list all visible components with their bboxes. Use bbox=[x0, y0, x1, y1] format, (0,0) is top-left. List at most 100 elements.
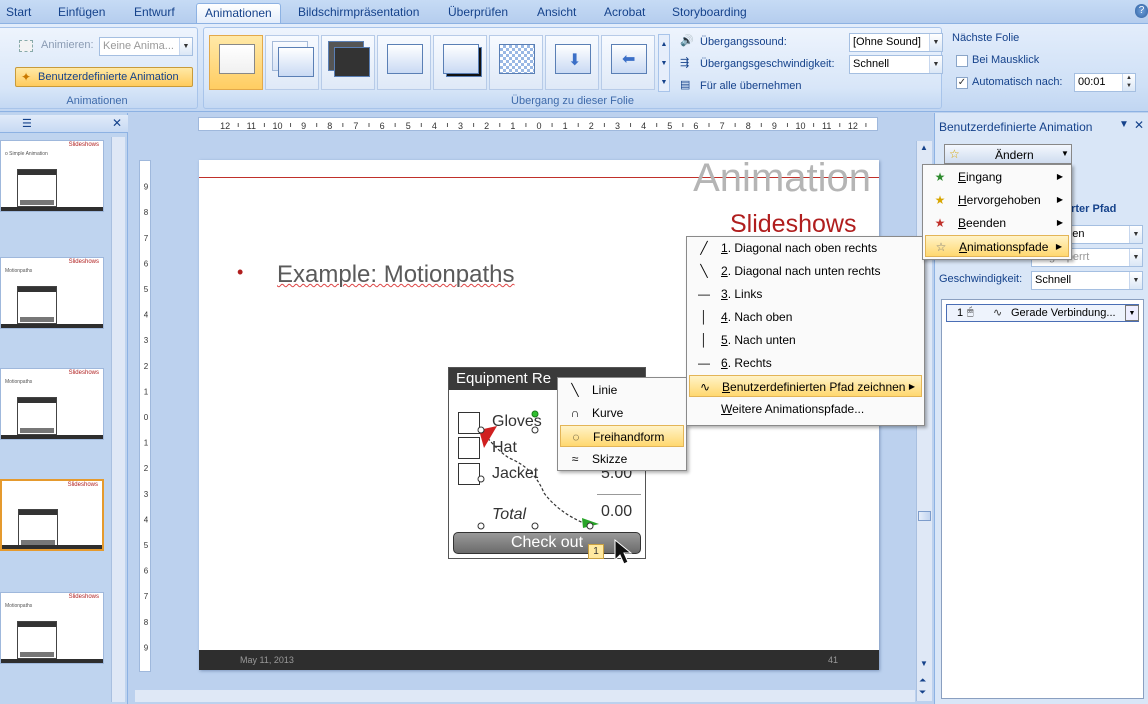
footer-date: May 11, 2013 bbox=[240, 655, 294, 665]
motion-path-item[interactable]: │ 4. Nach oben bbox=[689, 306, 922, 328]
apply-all-button[interactable]: Für alle übernehmen bbox=[700, 80, 802, 92]
bullet-icon: • bbox=[237, 262, 244, 282]
sound-combo[interactable]: [Ohne Sound] ▼ bbox=[849, 33, 943, 52]
effect-type-item[interactable]: ★ Hervorgehoben ▶ bbox=[925, 189, 1069, 211]
motion-path-item[interactable]: │ 5. Nach unten bbox=[689, 329, 922, 351]
apply-all-icon: ▤ bbox=[680, 79, 691, 91]
close-icon[interactable]: ✕ bbox=[112, 116, 122, 130]
tab-start[interactable]: Start bbox=[6, 3, 31, 23]
auto-after-checkbox[interactable]: ✓ bbox=[956, 77, 968, 89]
thumb-mockup-button bbox=[20, 200, 54, 205]
next-slide-icon[interactable]: ⏷ bbox=[919, 687, 926, 698]
motion-path-item[interactable]: ╲ 2. Diagonal nach unten rechts bbox=[689, 260, 922, 282]
slide-thumbnail[interactable]: Slideshows Motionpaths bbox=[0, 368, 104, 440]
transition-none[interactable] bbox=[209, 35, 263, 90]
draw-path-item-icon: ≈ bbox=[571, 452, 579, 466]
on-click-checkbox[interactable] bbox=[956, 55, 968, 67]
outline-tab-icon[interactable]: ☰ bbox=[22, 117, 32, 130]
chevron-down-icon: ▼ bbox=[1129, 272, 1142, 289]
thumb-mockup-header bbox=[19, 510, 57, 515]
thumb-mockup-button bbox=[20, 317, 54, 322]
effect-type-menu: ★ Eingang ▶ ★ Hervorgehoben ▶ ★ Beenden ▶ ☆ Animat… bbox=[922, 164, 1072, 260]
tab-entwurf[interactable]: Entwurf bbox=[134, 3, 175, 23]
transition-wipe-left[interactable]: ⬅ bbox=[601, 35, 655, 90]
gallery-scroll[interactable]: ▲ ▼ ▼ bbox=[658, 34, 670, 92]
animieren-combo[interactable]: Keine Anima... ▼ bbox=[99, 37, 193, 56]
draw-path-item-label: Freihandform bbox=[593, 430, 665, 444]
animation-list-item[interactable]: 1 🖱 ∿ Gerade Verbindung... ▼ bbox=[946, 304, 1139, 322]
scroll-thumb[interactable] bbox=[918, 511, 931, 521]
tab-bildschirmpraesentation[interactable]: Bildschirmpräsentation bbox=[298, 3, 419, 23]
transition-fade-smooth[interactable] bbox=[265, 35, 319, 90]
slide-title[interactable]: Animation bbox=[693, 156, 871, 201]
effect-type-item[interactable]: ★ Eingang ▶ bbox=[925, 166, 1069, 188]
slide-thumbnail[interactable]: Slideshows o Simple Animation bbox=[0, 140, 104, 212]
transition-cut-black[interactable] bbox=[433, 35, 487, 90]
transition-fade-black[interactable] bbox=[321, 35, 375, 90]
tab-storyboarding[interactable]: Storyboarding bbox=[672, 3, 747, 23]
tab-acrobat[interactable]: Acrobat bbox=[604, 3, 645, 23]
prev-slide-icon[interactable]: ⏶ bbox=[919, 675, 926, 686]
draw-path-item[interactable]: ╲ Linie bbox=[560, 379, 684, 401]
pane-speed-combo[interactable]: Schnell ▼ bbox=[1031, 271, 1143, 290]
close-icon[interactable]: ✕ bbox=[1134, 118, 1144, 132]
motion-path-item-label: 5. Nach unten bbox=[721, 333, 796, 347]
auto-after-spinner[interactable]: 00:01 ▲ ▼ bbox=[1074, 73, 1136, 92]
slide-thumbnail[interactable]: Slideshows bbox=[0, 479, 104, 551]
motion-path-item-icon: — bbox=[698, 287, 710, 301]
bullet-text[interactable]: Example: Motionpaths bbox=[277, 261, 514, 289]
motion-path-item-label: 2. Diagonal nach unten rechts bbox=[721, 264, 881, 278]
ruler-label: 9 bbox=[772, 121, 777, 131]
next-slide-title: Nächste Folie bbox=[952, 32, 1020, 44]
cursor-icon bbox=[614, 538, 633, 565]
effect-type-item[interactable]: ★ Beenden ▶ bbox=[925, 212, 1069, 234]
draw-path-item[interactable]: ∩ Kurve bbox=[560, 402, 684, 424]
speed-combo[interactable]: Schnell ▼ bbox=[849, 55, 943, 74]
chevron-down-icon: ▼ bbox=[929, 34, 942, 51]
transition-preview bbox=[334, 47, 370, 77]
motion-path-item[interactable]: — 6. Rechts bbox=[689, 352, 922, 374]
footer-page: 41 bbox=[828, 655, 839, 665]
draw-path-item[interactable]: ≈ Skizze bbox=[560, 448, 684, 470]
transition-cut[interactable] bbox=[377, 35, 431, 90]
ruler-label: 10 bbox=[272, 121, 282, 131]
spinner-icon[interactable]: ▲ ▼ bbox=[1122, 74, 1135, 91]
change-button[interactable]: ☆ Ändern ▼ bbox=[944, 144, 1072, 164]
ruler-label: 5 bbox=[144, 541, 149, 550]
scroll-down-icon[interactable]: ▼ bbox=[920, 659, 928, 668]
help-icon[interactable]: ? bbox=[1135, 4, 1148, 18]
transition-dissolve[interactable] bbox=[489, 35, 543, 90]
ruler-label: 0 bbox=[144, 413, 149, 422]
scroll-up-icon[interactable]: ▲ bbox=[920, 143, 928, 152]
horizontal-scrollbar[interactable] bbox=[135, 690, 915, 702]
draw-path-item[interactable]: ◌ Freihandform bbox=[560, 425, 684, 447]
transition-wipe-down[interactable]: ⬇ bbox=[545, 35, 599, 90]
ribbon-tab-bar: Start Einfügen Entwurf Animationen Bilds… bbox=[0, 0, 1148, 24]
tab-einfuegen[interactable]: Einfügen bbox=[58, 3, 105, 23]
ribbon: Animieren: Keine Anima... ▼ ✦ Benutzerdef… bbox=[0, 24, 1148, 112]
modify-section-label: erter Pfad bbox=[1065, 203, 1117, 215]
chevron-down-icon[interactable]: ▼ bbox=[1125, 305, 1139, 321]
submenu-arrow-icon: ▶ bbox=[1056, 172, 1063, 181]
draw-path-item-icon: ╲ bbox=[571, 383, 579, 397]
thumb-heading: o Simple Animation bbox=[5, 151, 48, 157]
thumb-mockup bbox=[17, 286, 57, 324]
tab-animationen[interactable]: Animationen bbox=[196, 3, 281, 23]
slide-thumbnail[interactable]: Slideshows Motionpaths bbox=[0, 257, 104, 329]
slide-subtitle[interactable]: Slideshows bbox=[730, 210, 856, 239]
ruler-label: 8 bbox=[144, 208, 149, 217]
motion-path-item-icon: ╲ bbox=[700, 264, 708, 278]
motion-path-item[interactable]: ╱ 1. Diagonal nach oben rechts bbox=[689, 237, 922, 259]
tab-ueberpruefen[interactable]: Überprüfen bbox=[448, 3, 508, 23]
motion-path-item[interactable]: ∿ Benutzerdefinierten Pfad zeichnen ▶ bbox=[689, 375, 922, 397]
tab-ansicht[interactable]: Ansicht bbox=[537, 3, 576, 23]
effect-type-item[interactable]: ☆ Animationspfade ▶ bbox=[925, 235, 1069, 257]
ruler-label: 6 bbox=[144, 259, 149, 268]
motion-path-item[interactable]: — 3. Links bbox=[689, 283, 922, 305]
motion-path-item[interactable]: Weitere Animationspfade... bbox=[689, 398, 922, 420]
motion-path-menu: ╱ 1. Diagonal nach oben rechts ╲ 2. Diagona… bbox=[686, 236, 925, 426]
pane-menu-icon[interactable]: ▼ bbox=[1119, 119, 1129, 130]
slides-panel-scrollbar[interactable] bbox=[111, 137, 125, 702]
slide-thumbnail[interactable]: Slideshows Motionpaths bbox=[0, 592, 104, 664]
custom-animation-button[interactable]: ✦ Benutzerdefinierte Animation bbox=[15, 67, 193, 87]
